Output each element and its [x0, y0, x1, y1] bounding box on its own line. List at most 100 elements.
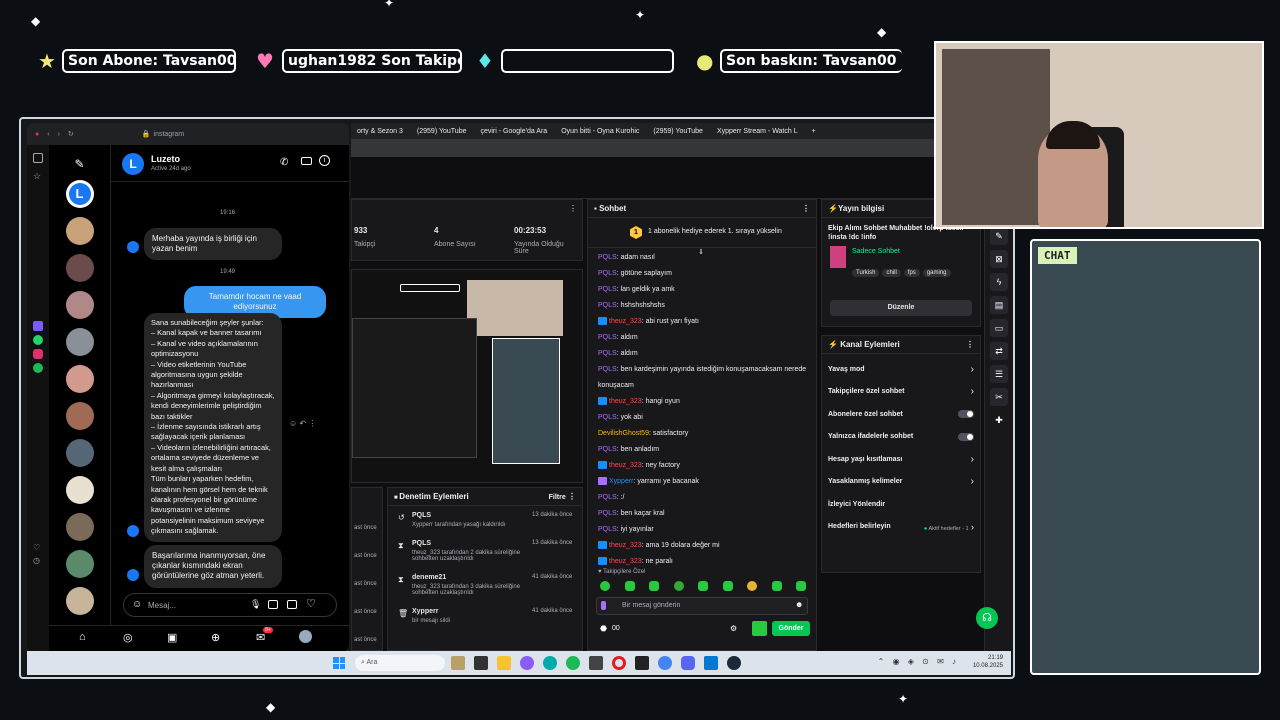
microphone-icon[interactable]: 🎙 [250, 599, 261, 610]
chat-username[interactable]: PQLS [598, 510, 617, 517]
tab[interactable]: Oyun bitti - Oyna Kurohic [561, 128, 639, 135]
channel-action-row[interactable]: Hedefleri belirleyin ● Aktif hedefler - 1… [822, 516, 980, 539]
messages-icon[interactable]: ✉ [256, 631, 265, 644]
chat-username[interactable]: Xypperr [609, 478, 634, 485]
compose-icon[interactable]: ✎ [49, 157, 110, 171]
reels-icon[interactable]: ▣ [167, 631, 177, 644]
chat-message[interactable]: PQLS: iyi yayınlar [588, 522, 816, 538]
filter-button[interactable]: Filtre [549, 494, 566, 501]
avatar[interactable] [65, 365, 94, 393]
more-icon[interactable]: ⋮ [568, 492, 576, 501]
channel-action-row[interactable]: Abonelere özel sohbet [822, 403, 980, 426]
like-icon[interactable]: ♡ [306, 597, 316, 610]
chat-username[interactable]: PQLS [598, 350, 617, 357]
emote-icon[interactable] [771, 581, 782, 591]
emote-icon[interactable] [624, 581, 635, 591]
whatsapp-icon[interactable] [33, 335, 43, 345]
explore-icon[interactable]: ◎ [123, 631, 133, 644]
heart-icon[interactable]: ♡ [33, 543, 43, 552]
avatar[interactable]: L [65, 180, 94, 208]
image-icon[interactable] [268, 600, 278, 609]
chat-message[interactable]: PQLS: götüne saplayım [588, 266, 816, 282]
taskbar-search[interactable]: ⌕ Ara [355, 655, 445, 671]
more-icon[interactable]: ⋮ [802, 204, 810, 213]
channel-action-row[interactable]: Hesap yaşı kısıtlaması › [822, 448, 980, 471]
tag[interactable]: chill [882, 269, 901, 277]
reload-icon[interactable]: ↻ [68, 130, 74, 138]
create-icon[interactable]: ⊕ [211, 631, 220, 644]
chat-message[interactable]: PQLS: yok abi [588, 410, 816, 426]
chat-username[interactable]: PQLS [598, 286, 617, 293]
system-tray[interactable]: ⌃ ◉ ◈ ⊙ ✉ ♪ [878, 657, 959, 666]
tab[interactable]: (2959) YouTube [417, 128, 467, 135]
windows-start-icon[interactable] [333, 657, 345, 669]
emote-icon[interactable] [698, 581, 708, 591]
tag[interactable]: Turkish [852, 269, 880, 277]
tab[interactable]: çeviri - Google'da Ara [480, 128, 547, 135]
chat-message[interactable]: theuz_323: hangi oyun [588, 394, 816, 410]
emote-icon[interactable] [649, 581, 659, 591]
block-icon[interactable]: ⊠ [990, 250, 1008, 268]
video-call-icon[interactable] [301, 157, 312, 165]
edge-icon[interactable] [543, 656, 557, 670]
chat-message[interactable]: Xypperr: yarramı ye bacanak [588, 474, 816, 490]
chat-message[interactable]: DevilishGhost59: satisfactory [588, 426, 816, 442]
chat-username[interactable]: theuz_323 [609, 542, 642, 549]
lightning-icon[interactable]: ϟ [990, 273, 1008, 291]
avatar[interactable] [65, 402, 94, 430]
forward-icon[interactable]: › [58, 131, 60, 138]
chat-message[interactable]: PQLS: hshshshshshs [588, 298, 816, 314]
tab[interactable]: orty & Sezon 3 [357, 128, 403, 135]
avatar[interactable] [65, 254, 94, 282]
pencil-icon[interactable]: ✎ [990, 227, 1008, 245]
more-icon[interactable]: ⋮ [966, 340, 974, 349]
emote-icon[interactable] [796, 581, 806, 591]
chat-message[interactable]: PQLS: ben anladım [588, 442, 816, 458]
message-actions-icon[interactable]: ☺ ↶ ⋮ [289, 419, 316, 428]
taskbar-app-icon[interactable] [474, 656, 488, 670]
stream-preview[interactable] [351, 269, 583, 483]
spotify-icon[interactable] [566, 656, 580, 670]
mod-action-row[interactable]: 🗑 Xypperr bir mesajı sildi 41 dakika önc… [398, 608, 578, 634]
chat-message[interactable]: PQLS: aldım [588, 346, 816, 362]
toggle-switch[interactable] [958, 410, 974, 419]
obs-icon[interactable] [635, 656, 649, 670]
back-icon[interactable]: ‹ [47, 131, 49, 138]
instagram-icon[interactable] [33, 349, 43, 359]
avatar[interactable] [65, 328, 94, 356]
new-tab-icon[interactable]: + [812, 128, 816, 135]
chat-username[interactable]: PQLS [598, 334, 617, 341]
more-icon[interactable]: ⋮ [569, 204, 577, 213]
chat-input[interactable]: Bir mesaj gönderin ☻ [596, 597, 808, 615]
avatar[interactable] [65, 439, 94, 467]
channel-action-row[interactable]: Yavaş mod › [822, 358, 980, 381]
list-icon[interactable]: ☰ [990, 365, 1008, 383]
folder-icon[interactable] [497, 656, 511, 670]
contact-name[interactable]: Luzeto [151, 154, 180, 164]
discord-icon[interactable] [681, 656, 695, 670]
steam-icon[interactable] [727, 656, 741, 670]
clock[interactable]: 21:19 10.08.2025 [973, 654, 1003, 670]
phone-icon[interactable]: ✆ [280, 157, 288, 168]
channel-action-row[interactable]: Takipçilere özel sohbet › [822, 381, 980, 404]
chat-username[interactable]: PQLS [598, 414, 617, 421]
avatar[interactable] [65, 476, 94, 504]
chat-username[interactable]: theuz_323 [609, 318, 642, 325]
clock-icon[interactable]: ◷ [33, 556, 43, 565]
chat-username[interactable]: PQLS [598, 302, 617, 309]
chat-message[interactable]: theuz_323: ama 19 dolara değer mi [588, 538, 816, 554]
chat-username[interactable]: theuz_323 [609, 558, 642, 565]
wrench-icon[interactable]: ✂ [990, 388, 1008, 406]
chat-username[interactable]: PQLS [598, 254, 617, 261]
chat-message[interactable]: theuz_323: abi rust yarı fiyatı [588, 314, 816, 330]
tab[interactable]: (2959) YouTube [653, 128, 703, 135]
help-icon[interactable]: ☊ [976, 607, 998, 629]
chat-username[interactable]: theuz_323 [609, 398, 642, 405]
chat-username[interactable]: PQLS [598, 494, 617, 501]
channel-action-row[interactable]: Yasaklanmış kelimeler › [822, 471, 980, 494]
add-action-icon[interactable]: ✚ [990, 411, 1008, 429]
avatar[interactable] [65, 217, 94, 245]
bot-icon[interactable] [752, 621, 767, 636]
chat-message[interactable]: PQLS: ben kardeşimin yayında istediğim k… [588, 362, 816, 378]
emote-icon[interactable] [673, 581, 684, 591]
